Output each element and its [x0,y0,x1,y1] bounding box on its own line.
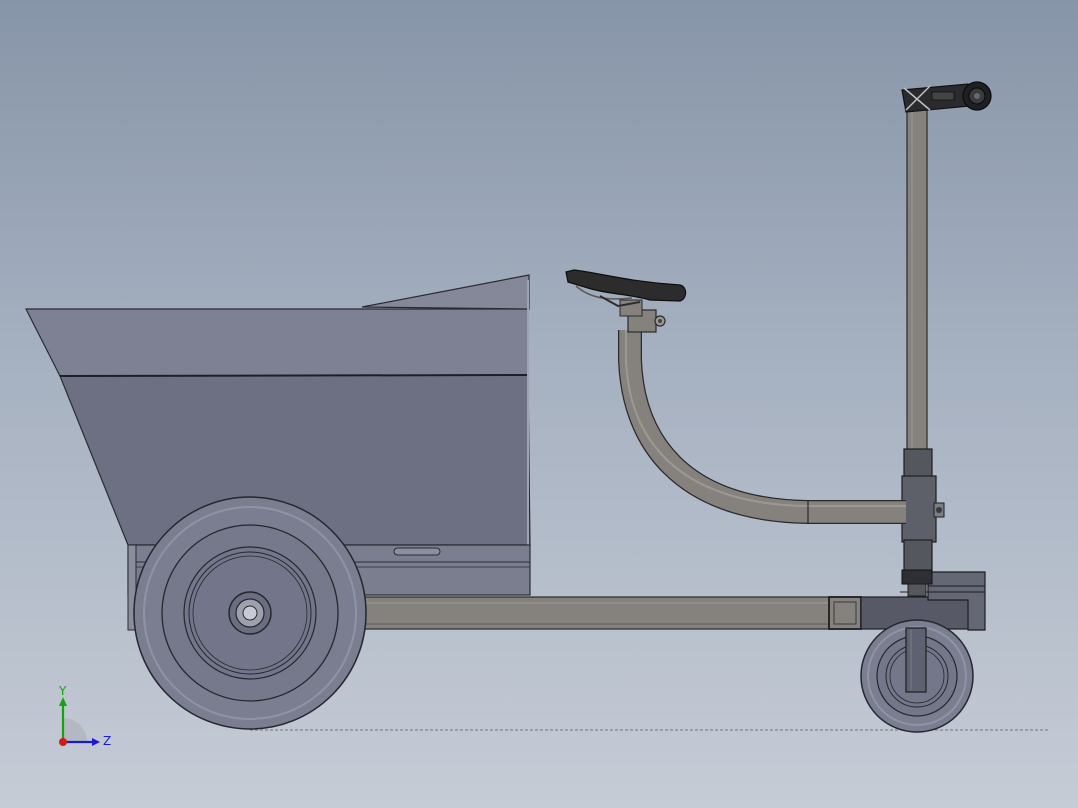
cargo-box-upper-panel [25,308,529,377]
cargo-trike-side-view [25,81,1050,733]
steering-tube [906,99,928,451]
graphics-viewport[interactable]: Y Z [0,0,1078,808]
seat-tube-curve [618,330,906,524]
z-axis-label: Z [103,734,111,748]
front-fork-leg [905,627,927,693]
saddle-shell [565,269,687,302]
cargo-box-slot [393,547,441,556]
junction-block [901,475,937,543]
x-axis-origin [59,738,67,746]
y-axis-label: Y [58,684,67,698]
seat-post [618,299,906,524]
front-wheel [860,619,974,733]
head-collar [903,448,933,478]
handlebar-stem [901,81,992,113]
cargo-box-rear-panel [361,274,530,310]
stem-nut [901,569,933,585]
view-orientation-triad[interactable]: Y Z [48,684,128,754]
rear-wheel [133,496,367,730]
